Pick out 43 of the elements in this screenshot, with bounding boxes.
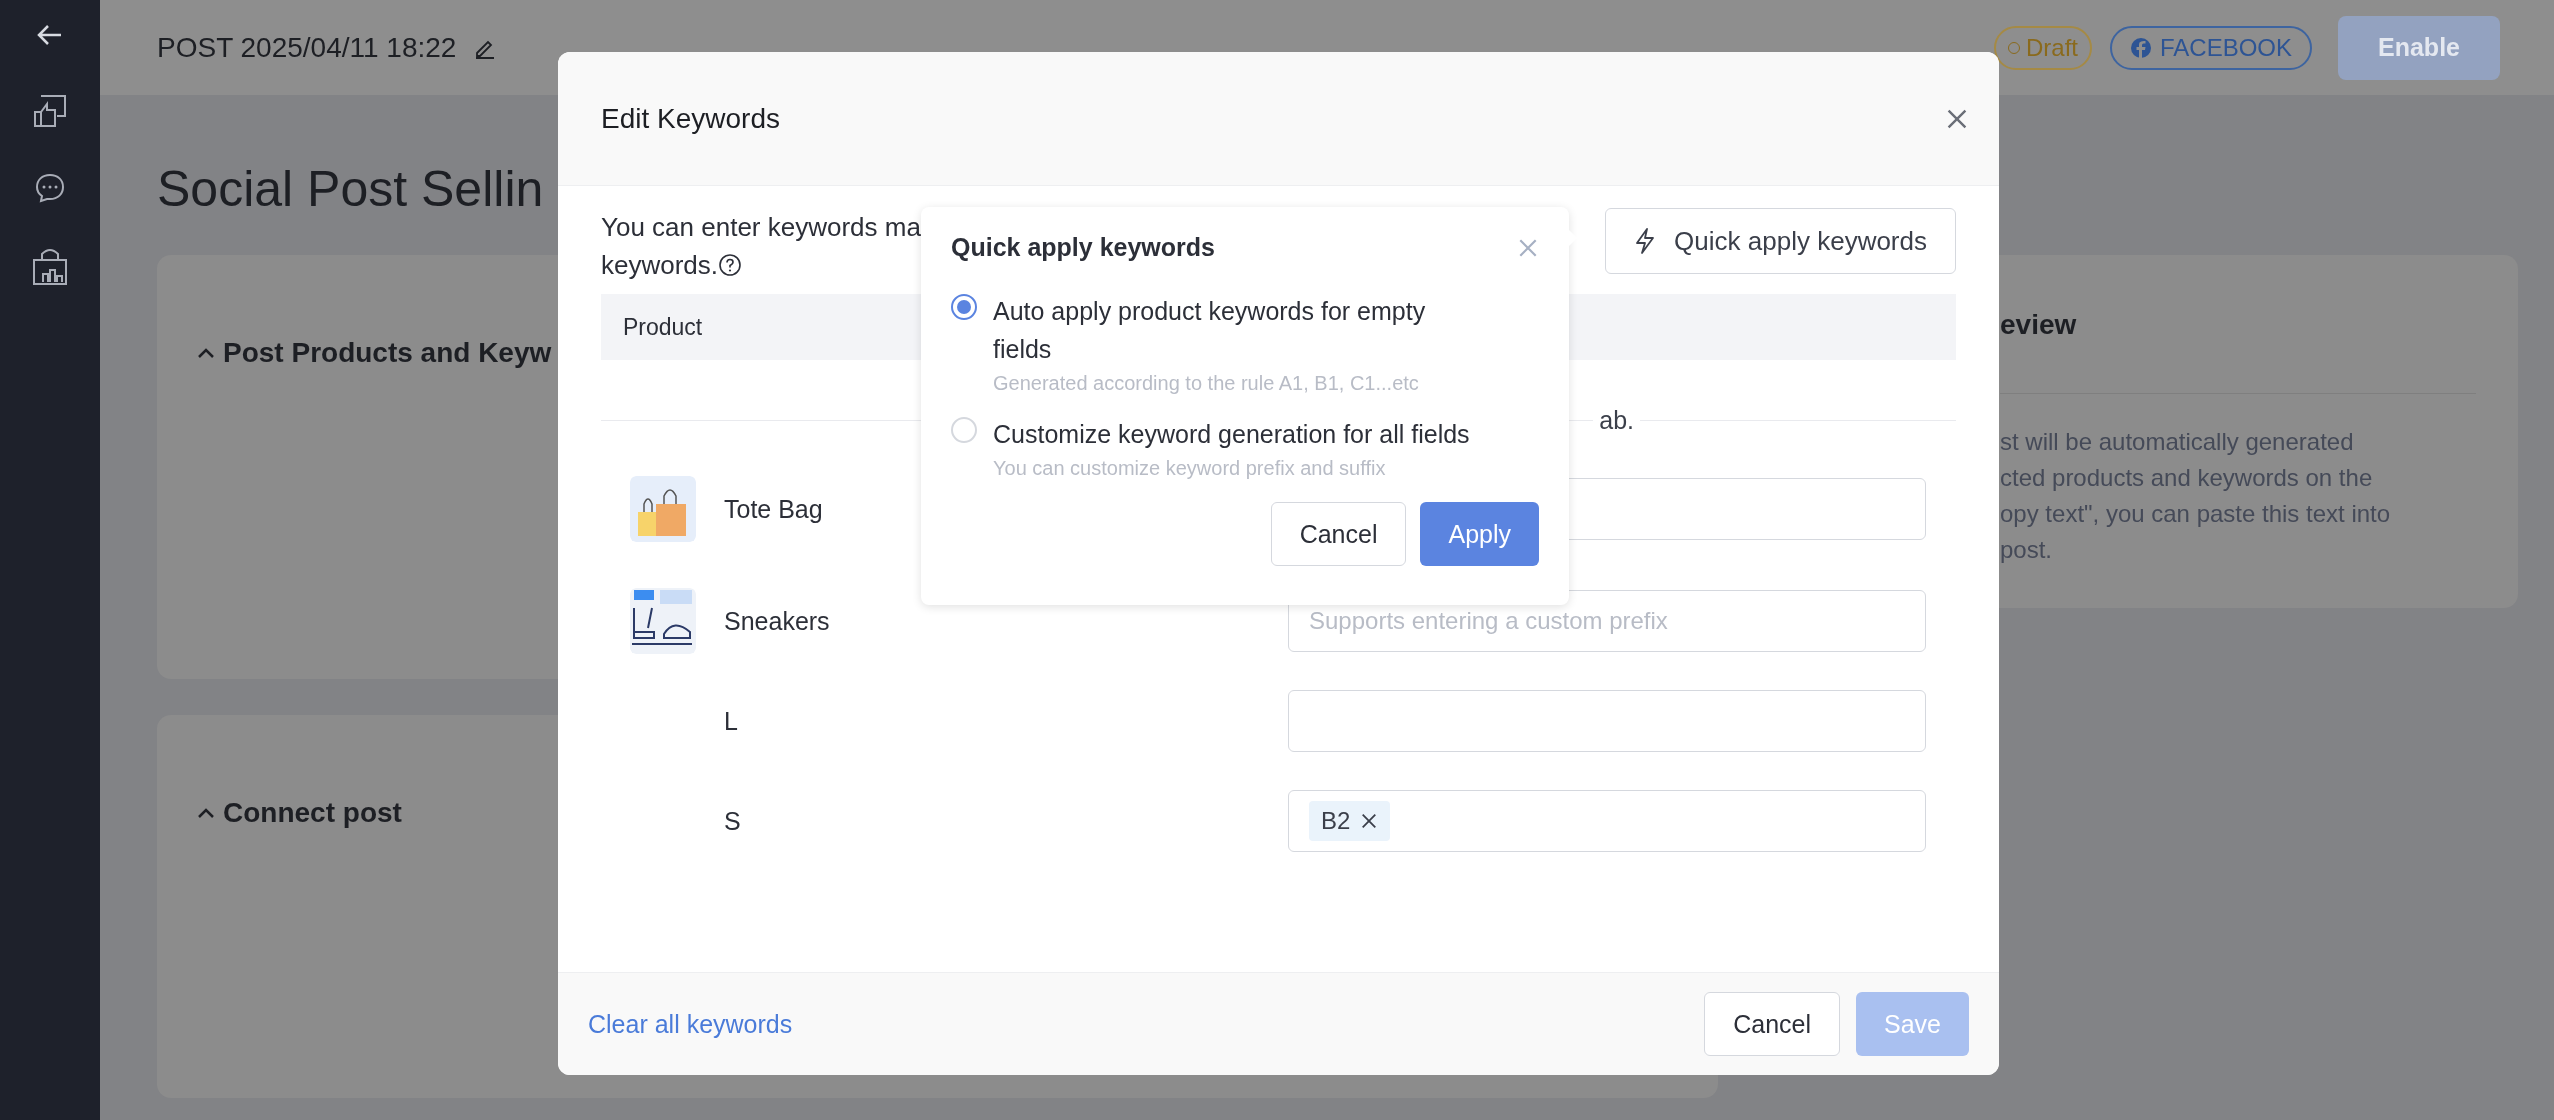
option-hint: You can customize keyword prefix and suffix	[993, 457, 1387, 480]
clear-keywords-link[interactable]: Clear all keywords	[588, 1009, 1689, 1039]
dialog-title: Edit Keywords	[601, 102, 781, 135]
cancel-button[interactable]: Cancel	[1704, 992, 1840, 1056]
section-title[interactable]: Connect post	[223, 797, 402, 829]
shopping-bags-icon	[630, 476, 696, 542]
quick-apply-button[interactable]: Quick apply keywords	[1605, 208, 1956, 274]
variant-name: S	[724, 806, 741, 836]
remove-icon[interactable]	[1360, 812, 1379, 830]
shop-chart-icon[interactable]	[31, 248, 69, 286]
thumbs-up-icon[interactable]	[33, 94, 67, 128]
help-icon[interactable]	[718, 253, 743, 277]
note-text: ab.	[1599, 406, 1634, 435]
chevron-up-icon[interactable]	[197, 807, 215, 819]
preview-text: post.	[2000, 535, 2054, 565]
keyword-tag: B2	[1309, 801, 1391, 841]
chevron-up-icon[interactable]	[197, 347, 215, 359]
keyword-field[interactable]	[1288, 690, 1926, 752]
sneakers-icon	[630, 588, 696, 654]
popover-title: Quick apply keywords	[951, 233, 1215, 262]
apply-button[interactable]: Apply	[1420, 502, 1539, 566]
product-name: Sneakers	[724, 606, 830, 636]
variant-name: L	[724, 706, 738, 736]
keyword-field[interactable]: B2	[1288, 790, 1926, 852]
option-label: Customize keyword generation for all fields	[993, 419, 1470, 450]
cancel-button[interactable]: Cancel	[1270, 502, 1407, 566]
intro-text: You can enter keywords ma	[601, 211, 921, 244]
option-hint: Generated according to the rule A1, B1, C1...etc	[993, 372, 1420, 395]
preview-text: cted products and keywords on the	[2000, 463, 2374, 493]
preview-text: st will be automatically generated	[2000, 427, 2355, 457]
section-title[interactable]: Post Products and Keyw	[223, 337, 552, 369]
post-title: POST 2025/04/11 18:22	[157, 31, 457, 64]
column-header: Product	[623, 313, 703, 341]
option-label: Auto apply product keywords for empty fields	[993, 296, 1427, 365]
intro-text: keywords.	[601, 249, 719, 282]
channel-badge: FACEBOOK	[2109, 25, 2312, 70]
preview-text: opy text", you can paste this text into	[2000, 499, 2392, 529]
chat-bubble-icon[interactable]	[34, 172, 66, 204]
lightning-icon	[1634, 227, 1657, 255]
preview-title: eview	[2000, 309, 2078, 341]
radio-button[interactable]	[951, 294, 977, 320]
product-name: Tote Bag	[724, 494, 823, 524]
page-title: Social Post Sellin	[157, 160, 545, 219]
